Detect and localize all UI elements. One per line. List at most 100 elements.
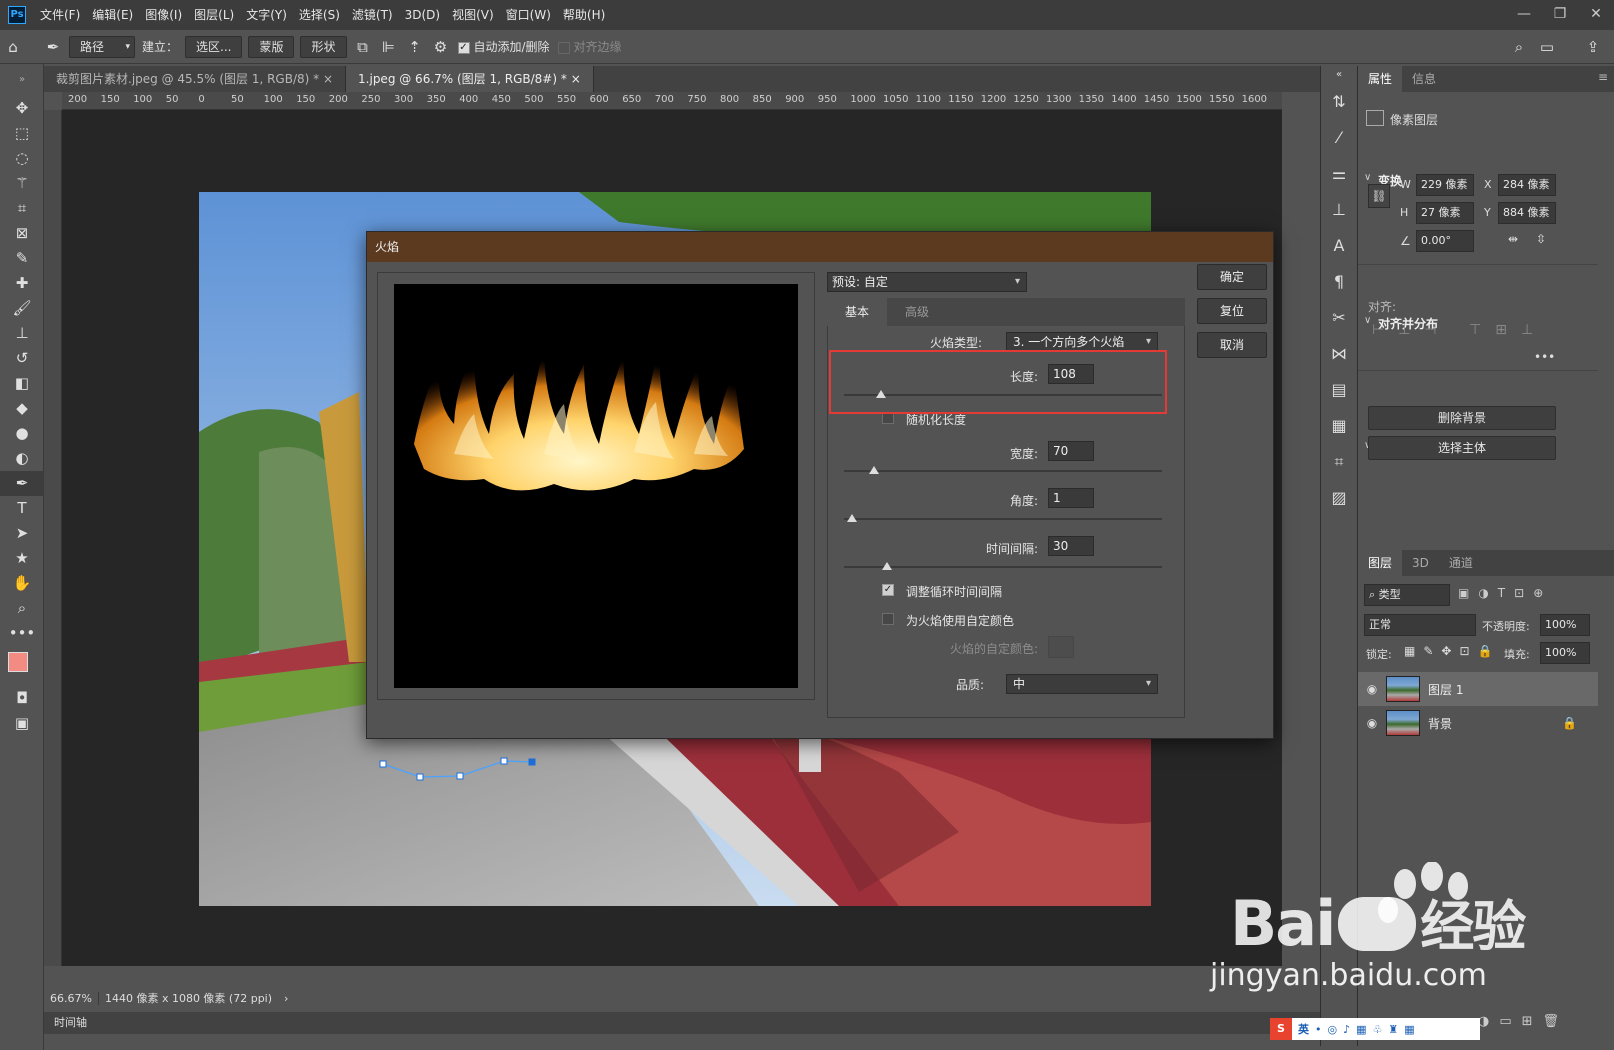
anchor-point-selected[interactable] <box>528 758 536 766</box>
make-selection-button[interactable]: 选区... <box>185 35 243 58</box>
anchor-point[interactable] <box>379 760 387 768</box>
flip-horizontal-icon[interactable]: ⇹ <box>1508 232 1518 246</box>
crop-tool-icon[interactable]: ⌗ <box>0 196 44 221</box>
menu-help[interactable]: 帮助(H) <box>557 0 611 30</box>
flip-vertical-icon[interactable]: ⇳ <box>1536 232 1546 246</box>
ok-button[interactable]: 确定 <box>1197 264 1267 290</box>
tab-basic[interactable]: 基本 <box>827 298 887 326</box>
make-shape-button[interactable]: 形状 <box>300 35 347 58</box>
gear-icon[interactable]: ⚙ <box>428 34 454 60</box>
flame-type-select[interactable]: 3. 一个方向多个火焰 ▾ <box>1006 332 1158 352</box>
eraser-tool-icon[interactable]: ◧ <box>0 371 44 396</box>
histogram-icon[interactable]: ▤ <box>1321 372 1357 408</box>
path-mode-select[interactable]: 路径 ▾ <box>69 35 135 58</box>
interval-slider[interactable] <box>844 562 1162 570</box>
height-field[interactable]: 27 像素 <box>1416 202 1474 224</box>
frame-tool-icon[interactable]: ⊠ <box>0 221 44 246</box>
panel-menu-icon[interactable]: ≡ <box>1598 70 1608 84</box>
menu-window[interactable]: 窗口(W) <box>500 0 557 30</box>
tab-doc-crop-material[interactable]: 裁剪图片素材.jpeg @ 45.5% (图层 1, RGB/8) * × <box>44 66 347 92</box>
zoom-tool-icon[interactable]: ⌕ <box>0 596 44 621</box>
character-panel-icon[interactable]: A <box>1321 228 1357 264</box>
menu-view[interactable]: 视图(V) <box>446 0 500 30</box>
menu-filter[interactable]: 滤镜(T) <box>346 0 399 30</box>
custom-color-checkbox[interactable] <box>882 613 894 625</box>
libraries-icon[interactable]: ▨ <box>1321 480 1357 516</box>
collapse-panels-icon[interactable]: « <box>1321 66 1357 84</box>
width-field[interactable]: 229 像素 <box>1416 174 1474 196</box>
maximize-button[interactable]: ❐ <box>1542 0 1578 30</box>
tab-info[interactable]: 信息 <box>1402 66 1446 92</box>
eyedropper-tool-icon[interactable]: ✎ <box>0 246 44 271</box>
layer-name[interactable]: 图层 1 <box>1428 681 1463 698</box>
pen-tool-preset-icon[interactable]: ✒ <box>40 34 66 60</box>
quick-mask-icon[interactable]: ◘ <box>0 686 44 711</box>
history-brush-tool-icon[interactable]: ↺ <box>0 346 44 371</box>
y-field[interactable]: 884 像素 <box>1498 202 1556 224</box>
anchor-point[interactable] <box>416 773 424 781</box>
layer-name[interactable]: 背景 <box>1428 715 1452 732</box>
screen-mode-icon[interactable]: ▣ <box>0 711 44 736</box>
visibility-eye-icon[interactable]: ◉ <box>1358 682 1386 696</box>
remove-background-button[interactable]: 删除背景 <box>1368 406 1556 430</box>
custom-shape-tool-icon[interactable]: ★ <box>0 546 44 571</box>
timeline-panel-tab[interactable]: 时间轴 <box>44 1012 1320 1034</box>
path-alignment-icon[interactable]: ⊫ <box>376 34 402 60</box>
marquee-tool-icon[interactable]: ⬚ <box>0 121 44 146</box>
hand-tool-icon[interactable]: ✋ <box>0 571 44 596</box>
paragraph-panel-icon[interactable]: ¶ <box>1321 264 1357 300</box>
path-selection-tool-icon[interactable]: ➤ <box>0 521 44 546</box>
dodge-tool-icon[interactable]: ◐ <box>0 446 44 471</box>
slider-thumb[interactable] <box>881 562 892 570</box>
flame-preview[interactable] <box>394 284 798 688</box>
clone-stamp-tool-icon[interactable]: ⊥ <box>0 321 44 346</box>
adjustments-icon[interactable]: ⚌ <box>1321 156 1357 192</box>
layer-row[interactable]: ◉ 背景 🔒 <box>1358 706 1598 740</box>
anchor-point[interactable] <box>456 772 464 780</box>
minimize-button[interactable]: — <box>1506 0 1542 30</box>
blur-tool-icon[interactable]: ● <box>0 421 44 446</box>
width-slider[interactable] <box>844 466 1162 474</box>
pen-tool-icon[interactable]: ✒ <box>0 471 44 496</box>
menu-edit[interactable]: 编辑(E) <box>86 0 139 30</box>
history-panel-icon[interactable]: ⇅ <box>1321 84 1357 120</box>
link-dimensions-icon[interactable]: ⛓ <box>1368 184 1390 208</box>
close-tab-icon[interactable]: × <box>571 72 581 86</box>
dialog-title[interactable]: 火焰 <box>367 232 1273 262</box>
layer-filter-select[interactable]: ⌕ 类型 <box>1364 584 1450 606</box>
glyphs-icon[interactable]: ▦ <box>1321 408 1357 444</box>
tools-preset-icon[interactable]: ✂ <box>1321 300 1357 336</box>
tab-channels[interactable]: 通道 <box>1439 550 1483 576</box>
more-tools-icon[interactable]: ••• <box>0 621 44 646</box>
layer-filter-icons[interactable]: ▣◑T⊡⊕ <box>1458 586 1552 600</box>
lasso-tool-icon[interactable]: ◌ <box>0 146 44 171</box>
x-field[interactable]: 284 像素 <box>1498 174 1556 196</box>
width-field[interactable]: 70 <box>1048 441 1094 461</box>
menu-layer[interactable]: 图层(L) <box>188 0 240 30</box>
lock-icons[interactable]: ▦✎✥⊡🔒 <box>1404 644 1500 658</box>
tab-3d[interactable]: 3D <box>1402 550 1439 576</box>
move-tool-icon[interactable]: ✥ <box>0 96 44 121</box>
zoom-level[interactable]: 66.67% <box>44 991 99 1005</box>
healing-brush-tool-icon[interactable]: ✚ <box>0 271 44 296</box>
brush-tool-icon[interactable]: 🖌 <box>0 296 44 321</box>
align-buttons[interactable]: ⊢⊥⊣ ⊤⊞⊥ <box>1372 322 1547 338</box>
interval-field[interactable]: 30 <box>1048 536 1094 556</box>
slider-thumb[interactable] <box>869 466 880 474</box>
close-window-button[interactable]: ✕ <box>1578 0 1614 30</box>
menu-select[interactable]: 选择(S) <box>293 0 346 30</box>
sogou-icon[interactable]: S <box>1270 1018 1292 1040</box>
anchor-point[interactable] <box>500 757 508 765</box>
paint-bucket-tool-icon[interactable]: ◆ <box>0 396 44 421</box>
more-options-icon[interactable]: ••• <box>1534 350 1555 364</box>
tab-layers[interactable]: 图层 <box>1358 550 1403 576</box>
share-icon[interactable]: ⇪ <box>1580 34 1606 60</box>
foreground-color-swatch[interactable] <box>8 652 28 672</box>
path-arrangement-icon[interactable]: ⇡ <box>402 34 428 60</box>
tab-properties[interactable]: 属性 <box>1358 66 1403 92</box>
brush-settings-icon[interactable]: ⁄ <box>1321 120 1357 156</box>
adjust-loop-checkbox[interactable]: ✓ <box>882 584 894 596</box>
cancel-button[interactable]: 取消 <box>1197 332 1267 358</box>
quality-select[interactable]: 中 ▾ <box>1006 674 1158 694</box>
menu-file[interactable]: 文件(F) <box>34 0 86 30</box>
